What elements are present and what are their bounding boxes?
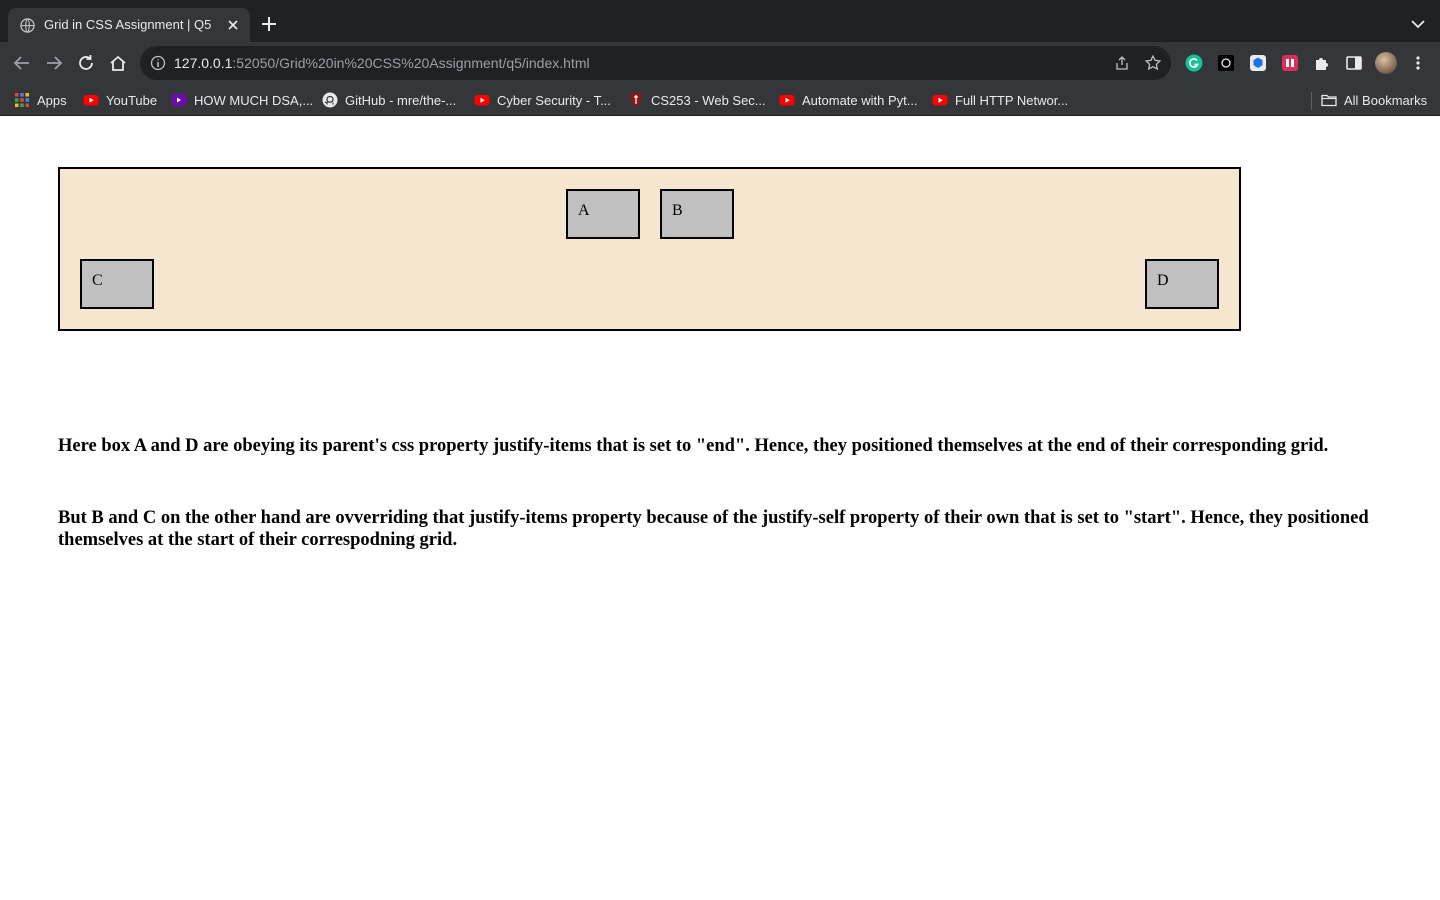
box-a: A <box>566 189 640 239</box>
all-bookmarks-button[interactable]: All Bookmarks <box>1321 91 1427 109</box>
back-arrow-icon[interactable] <box>11 52 33 74</box>
browser-toolbar: 127.0.0.1:52050/Grid%20in%20CSS%20Assign… <box>0 42 1440 84</box>
extension-dark-icon[interactable] <box>1217 54 1235 72</box>
grammarly-icon[interactable] <box>1185 54 1203 72</box>
url-path: :52050/Grid%20in%20CSS%20Assignment/q5/i… <box>232 55 590 71</box>
chevron-down-icon[interactable] <box>1408 14 1428 34</box>
bookmark-automate-python[interactable]: Automate with Pyt... <box>779 91 918 109</box>
bookmark-label: GitHub - mre/the-... <box>345 92 457 108</box>
apps-grid-icon <box>15 93 29 107</box>
url-text[interactable]: 127.0.0.1:52050/Grid%20in%20CSS%20Assign… <box>174 55 590 71</box>
youtube-icon <box>932 95 948 106</box>
star-icon[interactable] <box>1144 54 1162 72</box>
tab-title: Grid in CSS Assignment | Q5 <box>44 17 212 32</box>
youtube-icon <box>779 95 795 106</box>
extension-hex-icon[interactable] <box>1249 54 1267 72</box>
bookmarks-divider <box>1311 92 1312 110</box>
bookmark-label: Full HTTP Networ... <box>955 92 1069 108</box>
youtube-icon <box>83 95 99 106</box>
grid-container: A B C D <box>58 167 1241 331</box>
bookmark-youtube[interactable]: YouTube <box>83 91 157 109</box>
url-host: 127.0.0.1 <box>174 55 233 71</box>
bookmarks-bar: Apps YouTube HOW MUCH DSA,... GitHub - m… <box>0 84 1440 116</box>
explanation-paragraph-2: But B and C on the other hand are ovverr… <box>58 508 1369 550</box>
bookmark-label: Cyber Security - T... <box>497 92 611 108</box>
folder-icon <box>1321 94 1337 107</box>
share-icon[interactable] <box>1114 55 1130 71</box>
more-vert-icon[interactable] <box>1409 54 1427 72</box>
globe-icon <box>20 18 35 33</box>
info-icon[interactable] <box>150 55 166 71</box>
bookmark-github[interactable]: GitHub - mre/the-... <box>322 91 456 109</box>
extension-red-icon[interactable] <box>1281 54 1299 72</box>
bookmark-label: YouTube <box>106 92 158 108</box>
bookmark-label: Apps <box>37 92 67 108</box>
page-viewport: A B C D Here box A and D are obeying its… <box>0 117 1440 900</box>
new-tab-icon[interactable] <box>259 14 279 34</box>
bookmark-cyber-security[interactable]: Cyber Security - T... <box>474 91 611 109</box>
video-icon <box>171 94 187 106</box>
stanford-icon <box>631 93 641 107</box>
explanation-paragraph-1: Here box A and D are obeying its parent'… <box>58 436 1329 456</box>
bookmark-label: CS253 - Web Sec... <box>651 92 766 108</box>
profile-avatar[interactable] <box>1375 52 1397 74</box>
tab-strip: Grid in CSS Assignment | Q5 <box>0 0 1440 42</box>
bookmark-apps[interactable]: Apps <box>14 91 67 109</box>
puzzle-icon[interactable] <box>1313 54 1331 72</box>
github-icon <box>322 92 338 108</box>
all-bookmarks-label: All Bookmarks <box>1344 92 1428 108</box>
side-panel-icon[interactable] <box>1345 54 1363 72</box>
forward-arrow-icon[interactable] <box>43 52 65 74</box>
bookmark-full-http[interactable]: Full HTTP Networ... <box>932 91 1068 109</box>
bookmark-label: Automate with Pyt... <box>802 92 918 108</box>
home-icon[interactable] <box>107 52 129 74</box>
box-b: B <box>660 189 734 239</box>
browser-tab[interactable]: Grid in CSS Assignment | Q5 <box>8 8 250 42</box>
youtube-icon <box>474 95 490 106</box>
bookmark-how-much-dsa[interactable]: HOW MUCH DSA,... <box>171 91 313 109</box>
box-d: D <box>1145 259 1219 309</box>
bookmark-cs253[interactable]: CS253 - Web Sec... <box>628 91 766 109</box>
box-c: C <box>80 259 154 309</box>
bookmark-label: HOW MUCH DSA,... <box>194 92 314 108</box>
address-bar[interactable]: 127.0.0.1:52050/Grid%20in%20CSS%20Assign… <box>140 46 1171 80</box>
reload-icon[interactable] <box>75 52 97 74</box>
close-icon[interactable] <box>224 16 242 34</box>
